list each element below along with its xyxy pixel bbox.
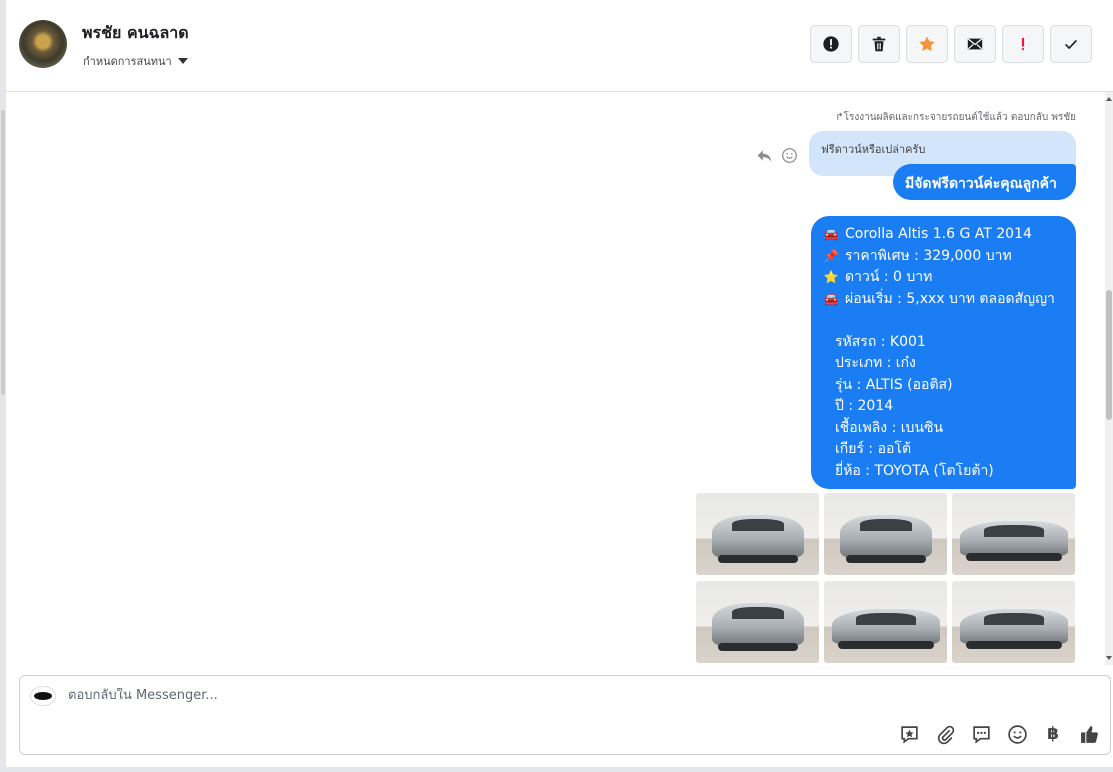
star-icon [919,36,935,52]
message-composer: ฿ [19,675,1111,755]
car-front-photo[interactable] [696,493,819,575]
reply-message-bubble[interactable]: มีจัดฟรีดาวน์ค่ะคุณลูกค้า [893,164,1076,200]
like-icon [1080,725,1098,743]
thread-scrollbar-thumb[interactable] [1106,290,1112,420]
quick-reply-icon [972,725,990,744]
header-actions [810,25,1092,63]
listing-line-text: Corolla Altis 1.6 G AT 2014 [845,226,1032,242]
attach-button[interactable] [934,723,956,745]
alert-button[interactable] [810,25,852,63]
star-icon: ⭐ [823,270,839,284]
listing-line: 📌 ราคาพิเศษ : 329,000 บาท [823,246,1064,268]
payment-button[interactable]: ฿ [1042,723,1064,745]
delete-button[interactable] [858,25,900,63]
contact-avatar[interactable] [19,20,67,68]
assign-conversation-dropdown[interactable]: กำหนดการสนทนา [83,52,188,70]
car-image [960,609,1068,649]
car-image [712,603,804,651]
pin-icon: 📌 [823,248,839,263]
emoji-icon [1007,724,1027,744]
messenger-inbox: พรชัย คนฉลาด กำหนดการสนทนา ↱โรงงานผลิตแล… [0,0,1113,772]
trash-icon [872,36,886,52]
smiley-icon[interactable] [781,147,798,164]
page-avatar [30,686,56,706]
reply-input[interactable] [68,688,868,703]
baht-icon: ฿ [1047,724,1059,744]
envelope-icon [967,38,983,50]
spec-line: ปี : 2014 [835,398,894,414]
listing-line: 🚘 ผ่อนเริ่ม : 5,xxx บาท ตลอดสัญญา [823,289,1064,311]
quick-reply-button[interactable] [970,723,992,745]
car-icon: 🚘 [823,227,839,241]
exclamation-icon [1021,37,1025,51]
conversation-header: พรชัย คนฉลาด กำหนดการสนทนา [6,0,1113,92]
photo-grid [696,493,1076,663]
reply-arrow-icon: ↱ [835,112,844,123]
listing-line-text: ผ่อนเริ่ม : 5,xxx บาท ตลอดสัญญา [845,290,1055,307]
saved-reply-icon [900,725,918,744]
spec-line: ยี่ห้อ : TOYOTA (โตโยต้า) [835,462,994,479]
emoji-button[interactable] [1006,723,1028,745]
star-button[interactable] [906,25,948,63]
listing-line-text: ราคาพิเศษ : 329,000 บาท [845,247,1012,264]
left-scrollbar-thumb[interactable] [1,110,5,395]
reply-meta-text: โรงงานผลิตและกระจายรถยนต์ใช้แล้ว ตอบกลับ… [843,112,1076,123]
bottom-edge [0,767,1113,772]
like-button[interactable] [1078,723,1100,745]
car-image [960,521,1068,561]
caret-down-icon [177,58,188,64]
listing-message-bubble[interactable]: 🚘 Corolla Altis 1.6 G AT 2014 📌 ราคาพิเศษ … [811,216,1076,489]
car-side-photo[interactable] [952,581,1075,663]
done-button[interactable] [1050,25,1092,63]
car-icon: 🚘 [823,291,839,306]
car-rear-photo[interactable] [696,581,819,663]
spec-line: รุ่น : ALTIS (ออติส) [835,376,953,393]
reply-meta: ↱โรงงานผลิตและกระจายรถยนต์ใช้แล้ว ตอบกลั… [835,110,1076,125]
car-image [832,609,940,649]
reply-icon[interactable] [756,147,773,164]
saved-reply-button[interactable] [898,723,920,745]
mail-button[interactable] [954,25,996,63]
scroll-up-icon[interactable] [1106,97,1112,101]
scroll-down-icon[interactable] [1106,656,1112,660]
car-rear-angle-photo[interactable] [952,493,1075,575]
spec-line: เกียร์ : ออโต้ [835,441,912,457]
car-front-angle-photo[interactable] [824,493,947,575]
car-rear-side-photo[interactable] [824,581,947,663]
spec-line: รหัสรถ : K001 [835,333,926,350]
listing-line: ⭐ ดาวน์ : 0 บาท [823,267,1064,289]
listing-line: 🚘 Corolla Altis 1.6 G AT 2014 [823,224,1064,246]
spec-line: เชื้อเพลิง : เบนซิน [835,419,944,436]
check-icon [1065,39,1077,50]
alert-circle-icon [823,36,839,52]
listing-line-text: ดาวน์ : 0 บาท [845,269,933,285]
spec-line: ประเภท : เก๋ง [835,355,916,371]
message-thread[interactable]: ↱โรงงานผลิตและกระจายรถยนต์ใช้แล้ว ตอบกลั… [6,92,1107,665]
thread-scrollbar[interactable] [1105,92,1113,665]
car-image [840,515,932,563]
contact-name[interactable]: พรชัย คนฉลาด [82,21,189,46]
attachment-icon [937,725,954,744]
composer-tools: ฿ [898,723,1100,745]
car-image [712,515,804,563]
message-reactions [756,147,798,164]
assign-label: กำหนดการสนทนา [83,55,172,68]
priority-button[interactable] [1002,25,1044,63]
